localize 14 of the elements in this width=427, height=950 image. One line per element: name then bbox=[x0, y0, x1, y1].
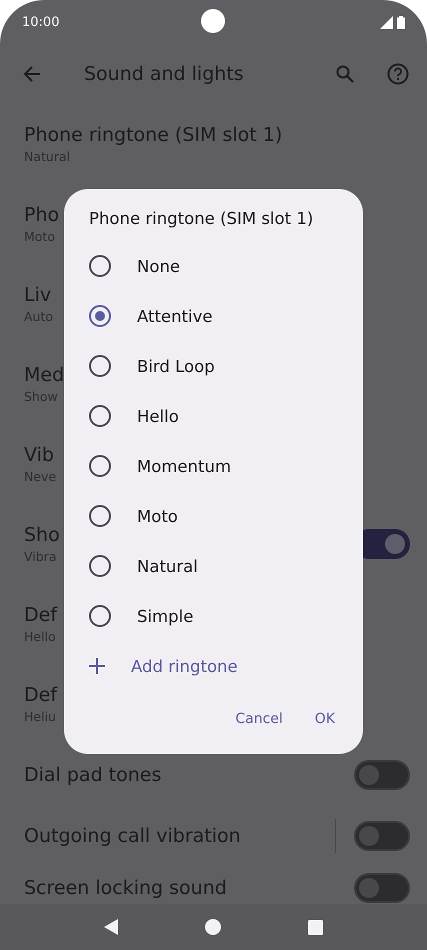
status-time: 10:00 bbox=[22, 14, 60, 30]
setting-title: Liv bbox=[24, 284, 52, 306]
setting-title: Screen locking sound bbox=[24, 877, 227, 899]
setting-title: Dial pad tones bbox=[24, 764, 162, 786]
setting-title: Phone ringtone (SIM slot 1) bbox=[24, 124, 282, 146]
dialog-title: Phone ringtone (SIM slot 1) bbox=[88, 209, 314, 230]
setting-title: Med bbox=[24, 364, 64, 386]
setting-title: Vib bbox=[24, 444, 54, 466]
screen-title: Sound and lights bbox=[84, 63, 245, 85]
setting-title: Def bbox=[24, 684, 58, 706]
setting-title: Pho bbox=[24, 204, 60, 226]
setting-title: Outgoing call vibration bbox=[24, 824, 241, 846]
setting-title: Def bbox=[24, 604, 58, 626]
setting-title: Sho bbox=[24, 524, 60, 546]
